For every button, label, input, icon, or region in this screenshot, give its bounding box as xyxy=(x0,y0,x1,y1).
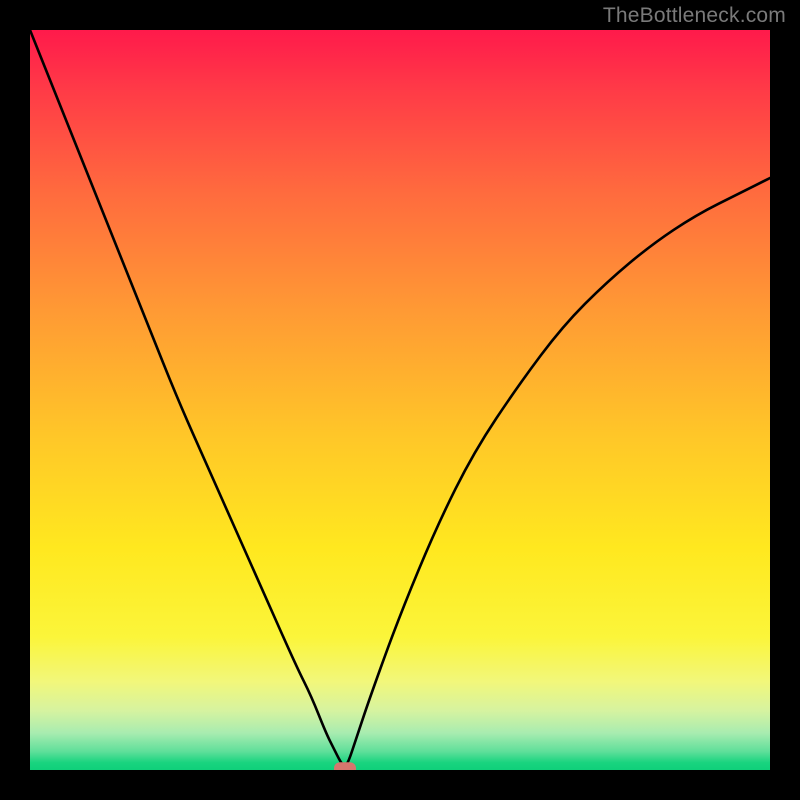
plot-area xyxy=(30,30,770,770)
watermark-text: TheBottleneck.com xyxy=(603,4,786,28)
chart-frame: TheBottleneck.com xyxy=(0,0,800,800)
bottleneck-curve xyxy=(30,30,770,770)
optimum-marker xyxy=(334,762,356,770)
